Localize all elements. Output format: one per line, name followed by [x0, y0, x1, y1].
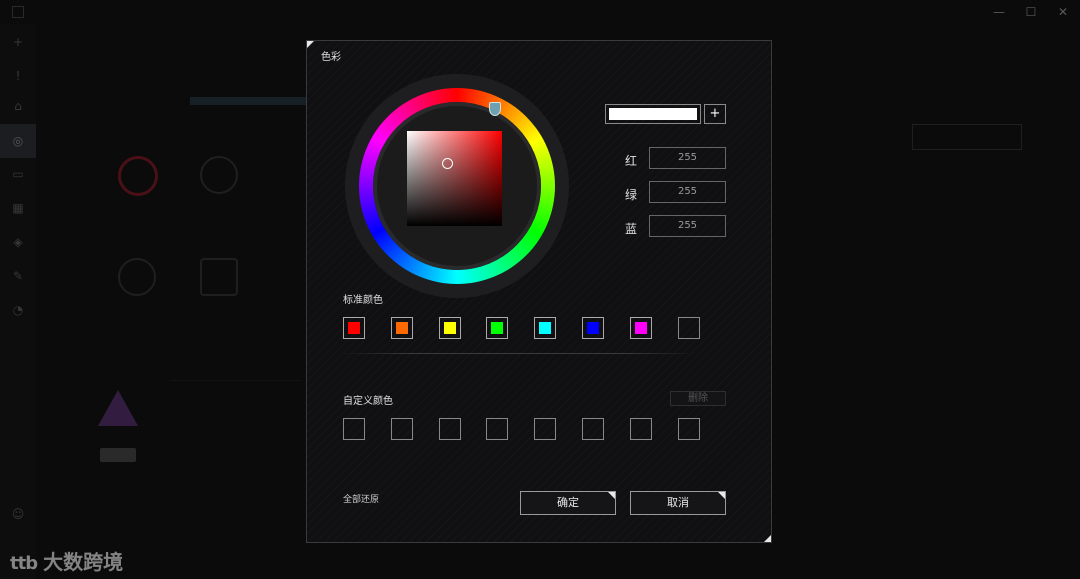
watermark-logo-icon: ttb: [10, 553, 38, 574]
gauge-icon[interactable]: ◔: [8, 300, 28, 320]
blue-input[interactable]: 255: [649, 215, 726, 237]
swatch-fill: [539, 322, 552, 334]
swatch-fill: [443, 322, 456, 334]
red-input[interactable]: 255: [649, 147, 726, 169]
custom-color-slot[interactable]: [486, 418, 509, 440]
watermark: ttb 大数跨境: [10, 546, 123, 575]
color-wheel: [345, 74, 569, 298]
corner-decoration: [608, 492, 615, 499]
blue-label: 蓝: [625, 222, 638, 236]
swatch-fill: [634, 322, 647, 334]
corner-decoration: [764, 535, 771, 542]
custom-color-slot[interactable]: [390, 418, 413, 440]
reset-all-button[interactable]: 全部还原: [343, 492, 379, 505]
watermark-text: 大数跨境: [43, 550, 124, 574]
standard-color-swatch[interactable]: [677, 317, 700, 339]
side-button[interactable]: [912, 124, 1022, 150]
standard-color-swatch[interactable]: [534, 317, 557, 339]
corner-decoration: [307, 41, 314, 48]
user-icon[interactable]: ☺: [8, 504, 28, 524]
color-preview: [605, 104, 701, 124]
add-icon[interactable]: +: [8, 32, 28, 52]
green-input[interactable]: 255: [649, 181, 726, 203]
title-bar: — ☐ ✕: [0, 0, 1080, 24]
standard-color-swatch[interactable]: [390, 317, 413, 339]
minimize-button[interactable]: —: [984, 2, 1014, 22]
effect-icon[interactable]: [118, 258, 156, 296]
color-dialog: 色彩 + 红 255 绿 255 蓝 255 标准颜色 自定义颜色 删除 全部还…: [306, 40, 772, 543]
color-preview-fill: [609, 108, 697, 120]
home-icon[interactable]: ⌂: [8, 96, 28, 116]
divider: [170, 380, 300, 381]
custom-colors-label: 自定义颜色: [343, 396, 393, 407]
dialog-title: 色彩: [321, 52, 341, 63]
grid-icon[interactable]: ▦: [8, 198, 28, 218]
cancel-button[interactable]: 取消: [630, 491, 726, 515]
custom-color-slot[interactable]: [677, 418, 700, 440]
standard-color-swatch[interactable]: [343, 317, 365, 339]
ok-button[interactable]: 确定: [520, 491, 616, 515]
effect-icon[interactable]: [118, 156, 158, 196]
green-label: 绿: [625, 188, 638, 202]
divider: [341, 353, 697, 354]
custom-color-slot[interactable]: [582, 418, 604, 440]
custom-color-slot[interactable]: [629, 418, 652, 440]
app-logo-icon: [12, 6, 24, 18]
keyboard-icon[interactable]: ▭: [8, 164, 28, 184]
saturation-value-square[interactable]: [407, 131, 502, 226]
red-label: 红: [625, 154, 638, 168]
color-picker-cursor[interactable]: [442, 158, 453, 169]
standard-color-swatch[interactable]: [486, 317, 509, 339]
swatch-fill: [587, 322, 599, 334]
close-button[interactable]: ✕: [1048, 2, 1078, 22]
delete-button[interactable]: 删除: [670, 391, 726, 406]
custom-color-slot[interactable]: [438, 418, 461, 440]
standard-colors-label: 标准颜色: [343, 295, 383, 306]
maximize-button[interactable]: ☐: [1016, 2, 1046, 22]
toggle-switch[interactable]: [100, 448, 136, 462]
ok-button-label: 确定: [557, 496, 579, 509]
effect-icon[interactable]: [200, 156, 238, 194]
cancel-button-label: 取消: [667, 496, 689, 509]
tab-indicator: [190, 97, 310, 105]
standard-color-swatch[interactable]: [582, 317, 604, 339]
swatch-fill: [395, 322, 408, 334]
standard-color-swatch[interactable]: [629, 317, 652, 339]
exclamation-icon[interactable]: !: [8, 66, 28, 86]
swatch-fill: [348, 322, 360, 334]
aura-icon[interactable]: ◎: [0, 124, 36, 158]
pen-icon[interactable]: ✎: [8, 266, 28, 286]
standard-color-swatch[interactable]: [438, 317, 461, 339]
shield-icon[interactable]: ◈: [8, 232, 28, 252]
corner-decoration: [718, 492, 725, 499]
add-color-button[interactable]: +: [704, 104, 726, 124]
prism-icon: [98, 390, 138, 426]
sidebar: + ! ⌂ ◎ ▭ ▦ ◈ ✎ ◔ ☺: [0, 24, 36, 579]
hue-marker-handle[interactable]: [489, 102, 501, 116]
swatch-fill: [491, 322, 504, 334]
custom-color-slot[interactable]: [534, 418, 557, 440]
custom-color-slot[interactable]: [343, 418, 365, 440]
effect-icon[interactable]: [200, 258, 238, 296]
